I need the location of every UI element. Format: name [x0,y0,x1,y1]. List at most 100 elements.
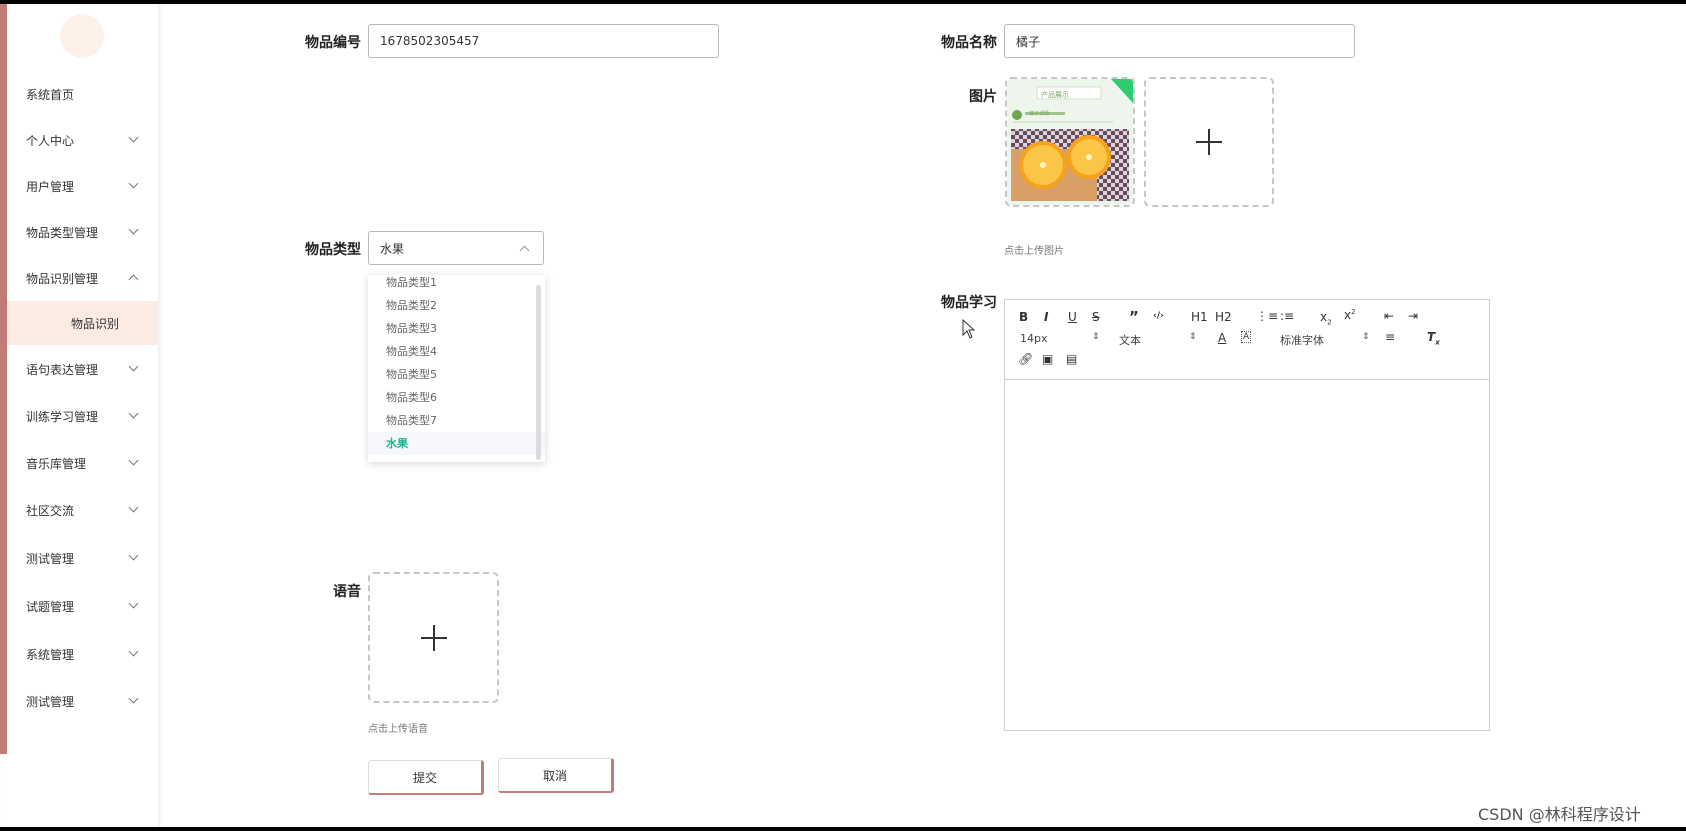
strikethrough-icon[interactable]: S [1092,310,1100,324]
plus-icon-vertical [432,624,435,651]
blockquote-icon[interactable]: ” [1129,308,1139,326]
sidebar-item-personal-center[interactable]: 个人中心 [7,117,158,163]
editor-content-area[interactable] [1005,380,1489,730]
heading-select[interactable]: 文本 ⇕ [1119,332,1199,348]
underline-icon[interactable]: U [1068,310,1077,324]
link-icon[interactable]: 🔗︎ [1018,352,1033,366]
font-size-value: 14px [1020,332,1048,345]
sidebar-item-label: 物品识别管理 [26,271,99,286]
sidebar-item-home[interactable]: 系统首页 [7,71,158,117]
clear-format-icon[interactable]: Tx [1427,330,1440,346]
video-icon[interactable]: ▤ [1066,352,1077,366]
chevron-up-icon [128,274,139,285]
sidebar-item-training-management[interactable]: 训练学习管理 [7,393,158,439]
sidebar-item-system-management[interactable]: 系统管理 [7,631,158,677]
rich-text-editor[interactable]: B I U S ” ‹/› H1 H2 ⋮≡ :≡ x2 x2 ⇤ ⇥ 14px… [1004,299,1490,731]
background-color-icon[interactable]: A [1241,331,1252,343]
sidebar-item-music-library-management[interactable]: 音乐库管理 [7,440,158,486]
avatar[interactable] [60,14,104,58]
uploaded-image-thumbnail[interactable]: 产品展示 橘子详情 [1005,77,1135,207]
indent-icon[interactable]: ⇥ [1408,309,1418,323]
item-type-select[interactable]: 水果 [368,231,544,265]
sidebar-item-user-management[interactable]: 用户管理 [7,163,158,209]
italic-icon[interactable]: I [1044,310,1048,324]
thumb-banner-text: 产品展示 [1041,91,1069,99]
updown-icon: ⇕ [1189,332,1197,342]
thumb-caption-text: 橘子详情 [1029,111,1050,117]
item-name-value: 橘子 [1016,34,1041,49]
align-icon[interactable]: ≡ [1385,330,1395,344]
ordered-list-icon[interactable]: ⋮≡ [1256,309,1278,323]
audio-upload-button[interactable] [368,572,499,703]
font-size-select[interactable]: 14px ⇕ [1020,332,1100,345]
sidebar-item-community[interactable]: 社区交流 [7,487,158,533]
heading2-icon[interactable]: H2 [1215,310,1232,324]
mouse-cursor-icon [962,319,976,339]
image-label: 图片 [969,89,997,105]
font-family-value: 标准字体 [1280,334,1324,347]
image-icon[interactable]: ▣ [1042,352,1053,366]
sidebar-item-test-management-2[interactable]: 测试管理 [7,678,158,724]
bullet-list-icon[interactable]: :≡ [1280,309,1294,323]
dropdown-option[interactable]: 物品类型2 [368,294,545,317]
item-type-dropdown: 物品类型1 物品类型2 物品类型3 物品类型4 物品类型5 物品类型6 物品类型… [368,275,545,462]
submit-label: 提交 [412,770,437,785]
chevron-up-icon [519,245,530,255]
watermark: CSDN @林科程序设计 [1478,805,1641,824]
item-name-input[interactable]: 橘子 [1004,24,1355,58]
chevron-down-icon [128,132,139,143]
sidebar-item-label: 用户管理 [26,179,75,194]
item-no-value: 1678502305457 [380,34,480,48]
dropdown-option[interactable]: 物品类型1 [368,275,545,294]
chevron-down-icon [128,646,139,657]
orange-photo [1007,79,1133,205]
sidebar: 系统首页 个人中心 用户管理 物品类型管理 物品识别管理 物品识别 语句表达管理… [7,4,158,827]
sidebar-item-label: 训练学习管理 [26,409,99,424]
chevron-down-icon [128,361,139,372]
sidebar-subitem-item-recognition[interactable]: 物品识别 [7,301,158,345]
sidebar-item-test-management[interactable]: 测试管理 [7,535,158,581]
item-type-value: 水果 [380,241,405,256]
item-no-input[interactable]: 1678502305457 [368,24,719,58]
bold-icon[interactable]: B [1019,310,1028,324]
left-accent-bar [0,4,7,754]
sidebar-subitem-label: 物品识别 [71,316,120,331]
heading-value: 文本 [1119,334,1141,347]
chevron-down-icon [128,408,139,419]
sidebar-item-item-type-management[interactable]: 物品类型管理 [7,209,158,255]
dropdown-option[interactable]: 物品类型5 [368,363,545,386]
sidebar-item-label: 试题管理 [26,599,75,614]
sidebar-item-label: 系统管理 [26,647,75,662]
chevron-down-icon [128,693,139,704]
subscript-icon[interactable]: x2 [1320,310,1332,326]
dropdown-option-selected[interactable]: 水果 [368,432,545,455]
chevron-down-icon [128,598,139,609]
dropdown-option[interactable]: 物品类型6 [368,386,545,409]
sidebar-item-label: 物品类型管理 [26,225,99,240]
sidebar-item-label: 测试管理 [26,694,75,709]
superscript-icon[interactable]: x2 [1344,308,1356,322]
window-bottom-border [0,827,1686,831]
sidebar-item-item-recognition-management[interactable]: 物品识别管理 [7,255,158,301]
audio-upload-hint: 点击上传语音 [368,724,428,735]
item-name-label: 物品名称 [941,35,997,51]
submit-button[interactable]: 提交 [368,760,484,795]
sidebar-item-sentence-management[interactable]: 语句表达管理 [7,346,158,392]
sidebar-item-label: 系统首页 [26,87,75,102]
outdent-icon[interactable]: ⇤ [1384,309,1394,323]
window-top-border [0,0,1686,4]
dropdown-option[interactable]: 物品类型7 [368,409,545,432]
sidebar-item-label: 个人中心 [26,133,75,148]
font-color-icon[interactable]: A [1218,331,1226,345]
image-upload-button[interactable] [1144,77,1274,207]
dropdown-option[interactable]: 物品类型3 [368,317,545,340]
cancel-button[interactable]: 取消 [498,758,614,793]
sidebar-item-question-management[interactable]: 试题管理 [7,583,158,629]
chevron-down-icon [128,550,139,561]
heading1-icon[interactable]: H1 [1191,310,1208,324]
font-family-select[interactable]: 标准字体 ⇕ [1280,332,1370,348]
dropdown-option[interactable]: 物品类型4 [368,340,545,363]
code-icon[interactable]: ‹/› [1153,311,1164,321]
dropdown-scrollbar[interactable] [536,285,541,460]
editor-toolbar: B I U S ” ‹/› H1 H2 ⋮≡ :≡ x2 x2 ⇤ ⇥ 14px… [1005,300,1489,380]
